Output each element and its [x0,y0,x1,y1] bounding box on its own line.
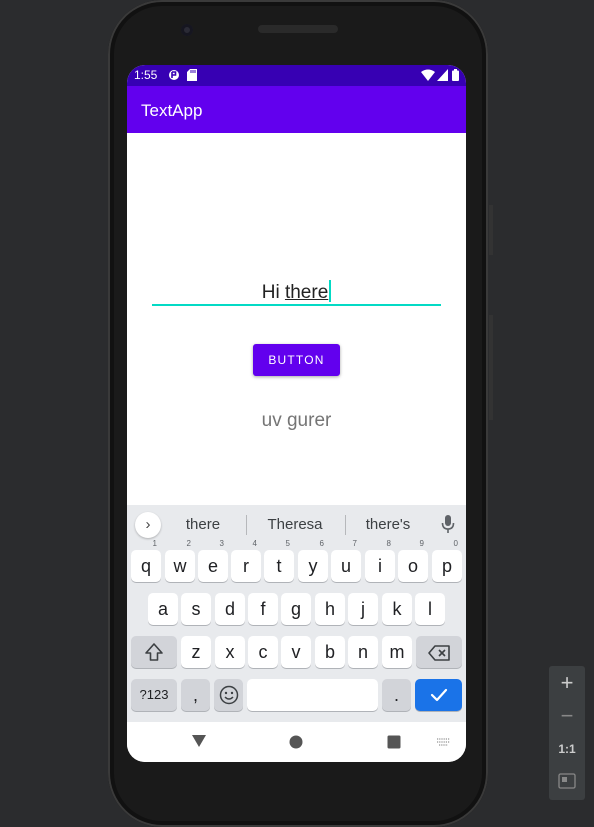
suggestion-1[interactable]: there [177,516,229,533]
device-screen: 1:55 TextApp Hi there BUTTON uv gurer › … [127,65,466,762]
key-e[interactable]: e3 [198,540,228,582]
suggestion-2[interactable]: Theresa [260,516,330,533]
backspace-key[interactable] [416,636,462,668]
key-v[interactable]: v [281,636,311,668]
key-i[interactable]: i8 [365,540,395,582]
key-q[interactable]: q1 [131,540,161,582]
wifi-icon [421,69,435,81]
key-m[interactable]: m [382,636,412,668]
backspace-icon [428,645,450,661]
key-s[interactable]: s [181,593,211,625]
submit-button[interactable]: BUTTON [253,344,340,376]
emoji-key[interactable] [214,679,243,711]
key-p[interactable]: p0 [432,540,462,582]
key-g[interactable]: g [281,593,311,625]
key-n[interactable]: n [348,636,378,668]
key-j[interactable]: j [348,593,378,625]
output-text: uv gurer [261,410,332,431]
recents-square-icon[interactable] [387,735,401,749]
input-underline [152,304,441,306]
power-button[interactable] [489,205,493,255]
notification-icon [169,70,179,80]
screenshot-frame-icon[interactable] [558,773,576,789]
key-f[interactable]: f [248,593,278,625]
key-k[interactable]: k [382,593,412,625]
keyboard-switch-icon[interactable] [436,737,451,747]
key-b[interactable]: b [315,636,345,668]
symbols-key[interactable]: ?123 [131,679,177,711]
front-camera [181,24,193,36]
zoom-fit-button[interactable]: 1:1 [549,742,585,756]
key-w[interactable]: w2 [165,540,195,582]
microphone-icon[interactable] [440,514,456,534]
enter-key[interactable] [415,679,462,711]
speaker-grille [258,25,338,33]
status-bar: 1:55 [127,65,466,86]
soft-keyboard: › there Theresa there's q1 w2 e3 r4 t5 y… [127,505,466,722]
key-z[interactable]: z [181,636,211,668]
app-title: TextApp [141,101,203,120]
space-bar[interactable] [247,679,378,711]
zoom-in-plus-icon[interactable]: + [549,672,585,694]
text-input[interactable]: Hi there [152,270,441,306]
key-t[interactable]: t5 [264,540,294,582]
app-bar: TextApp [127,86,466,133]
comma-key[interactable]: , [181,679,210,711]
emulator-zoom-panel: + − 1:1 [549,666,585,800]
period-key[interactable]: . [382,679,411,711]
zoom-out-minus-icon[interactable]: − [549,705,585,727]
suggestion-divider [345,515,346,535]
suggestion-divider [246,515,247,535]
expand-chevron-icon[interactable]: › [135,512,161,538]
key-x[interactable]: x [215,636,245,668]
suggestion-3[interactable]: there's [359,516,417,533]
key-d[interactable]: d [215,593,245,625]
back-triangle-icon[interactable] [191,734,207,748]
key-u[interactable]: u7 [331,540,361,582]
shift-arrow-icon [145,643,163,661]
home-circle-icon[interactable] [289,735,303,749]
key-l[interactable]: l [415,593,445,625]
status-time: 1:55 [134,68,158,82]
key-h[interactable]: h [315,593,345,625]
shift-key[interactable] [131,636,177,668]
suggestion-strip: › there Theresa there's [127,505,466,543]
input-text-plain: Hi [261,282,285,303]
key-c[interactable]: c [248,636,278,668]
battery-icon [452,69,459,81]
key-o[interactable]: o9 [398,540,428,582]
checkmark-icon [430,688,447,702]
key-r[interactable]: r4 [231,540,261,582]
sd-card-icon [187,69,197,81]
key-y[interactable]: y6 [298,540,328,582]
volume-button[interactable] [489,315,493,420]
key-a[interactable]: a [148,593,178,625]
input-text-composing: there [284,282,329,303]
text-cursor [329,280,332,302]
navigation-bar [127,722,466,762]
emoji-icon [219,685,238,705]
signal-icon [437,69,448,81]
